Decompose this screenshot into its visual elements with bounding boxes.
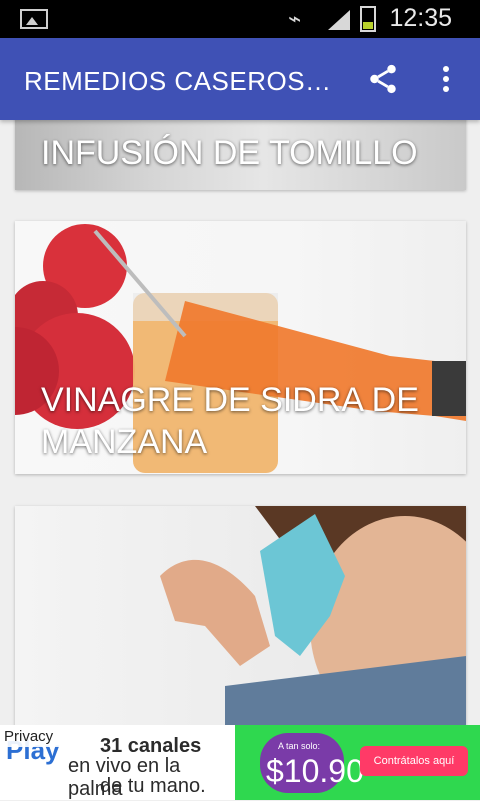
share-icon[interactable]	[366, 62, 400, 96]
app-bar: REMEDIOS CASEROS…	[0, 38, 480, 120]
status-bar: ⌁ 12:35	[0, 0, 480, 38]
remedy-card[interactable]: INFUSIÓN DE TOMILLO	[15, 120, 466, 190]
privacy-link[interactable]: Privacy	[0, 725, 60, 747]
remedy-title: VINAGRE DE SIDRA DE MANZANA	[41, 381, 419, 461]
remedy-card[interactable]: VINAGRE DE SIDRA DE MANZANA	[15, 221, 466, 474]
battery-icon	[360, 6, 376, 32]
ad-cta-button[interactable]: Contrátalos aquí	[360, 746, 468, 776]
ad-price-prefix: A tan solo:	[278, 741, 321, 751]
ad-banner[interactable]: Play 31 canales en vivo en la palma de t…	[0, 725, 480, 800]
app-title: REMEDIOS CASEROS…	[24, 66, 332, 96]
ad-price: $10.90	[266, 753, 364, 789]
signal-strength-icon	[328, 10, 350, 30]
image-notification-icon	[20, 9, 48, 29]
remedy-title: INFUSIÓN DE TOMILLO	[41, 134, 418, 172]
wifi-icon: ⌁	[288, 6, 302, 31]
overflow-menu-icon[interactable]	[434, 64, 458, 94]
remedy-card[interactable]	[15, 506, 466, 725]
remedies-list[interactable]: INFUSIÓN DE TOMILLO VINAGRE DE SIDRA DE …	[0, 120, 480, 725]
man-with-ice-pack-illustration	[160, 506, 466, 725]
status-time: 12:35	[389, 4, 452, 32]
ad-price-badge: A tan solo: $10.90	[260, 733, 364, 793]
ad-line-3: de tu mano.	[100, 775, 206, 797]
